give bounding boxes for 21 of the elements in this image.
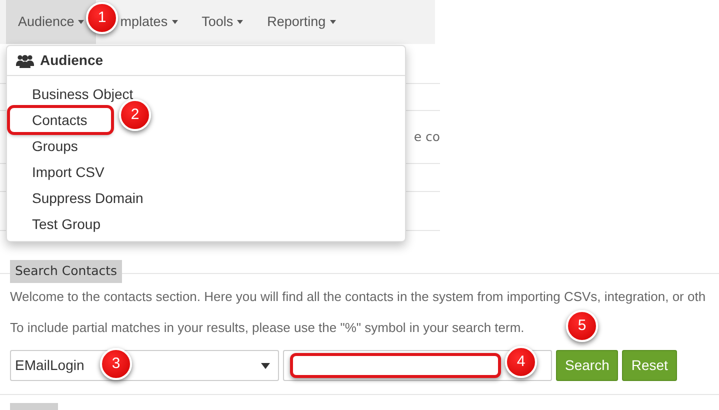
users-icon [16, 54, 34, 68]
menu-item[interactable]: Import CSV [7, 159, 405, 185]
text-fragment: e co [414, 128, 440, 146]
nav-menu[interactable]: Tools [190, 0, 256, 44]
menu-item[interactable]: Test Group [7, 211, 405, 237]
menu-item[interactable]: Suppress Domain [7, 185, 405, 211]
caret-icon [330, 20, 336, 24]
panel-title: Search Contacts [10, 260, 122, 283]
caret-icon [261, 362, 270, 368]
callout-marker: 5 [566, 310, 598, 342]
caret-icon [237, 20, 244, 24]
search-field[interactable] [290, 353, 501, 378]
info-text: To include partial matches in your results, please use the "%" symbol in your search term. [10, 319, 524, 337]
nav-menu[interactable]: Audience [6, 0, 96, 44]
menu-item[interactable]: Groups [7, 133, 405, 159]
menu-item[interactable]: Contacts [9, 107, 112, 133]
nav-menu[interactable]: Reporting [255, 0, 348, 44]
info-text: Welcome to the contacts section. Here you will find all the contacts in the system from importing CSVs, integration, or oth [10, 288, 706, 306]
menu-header: Audience [40, 51, 104, 70]
callout-marker: 4 [505, 346, 537, 378]
caret-icon [172, 20, 178, 24]
